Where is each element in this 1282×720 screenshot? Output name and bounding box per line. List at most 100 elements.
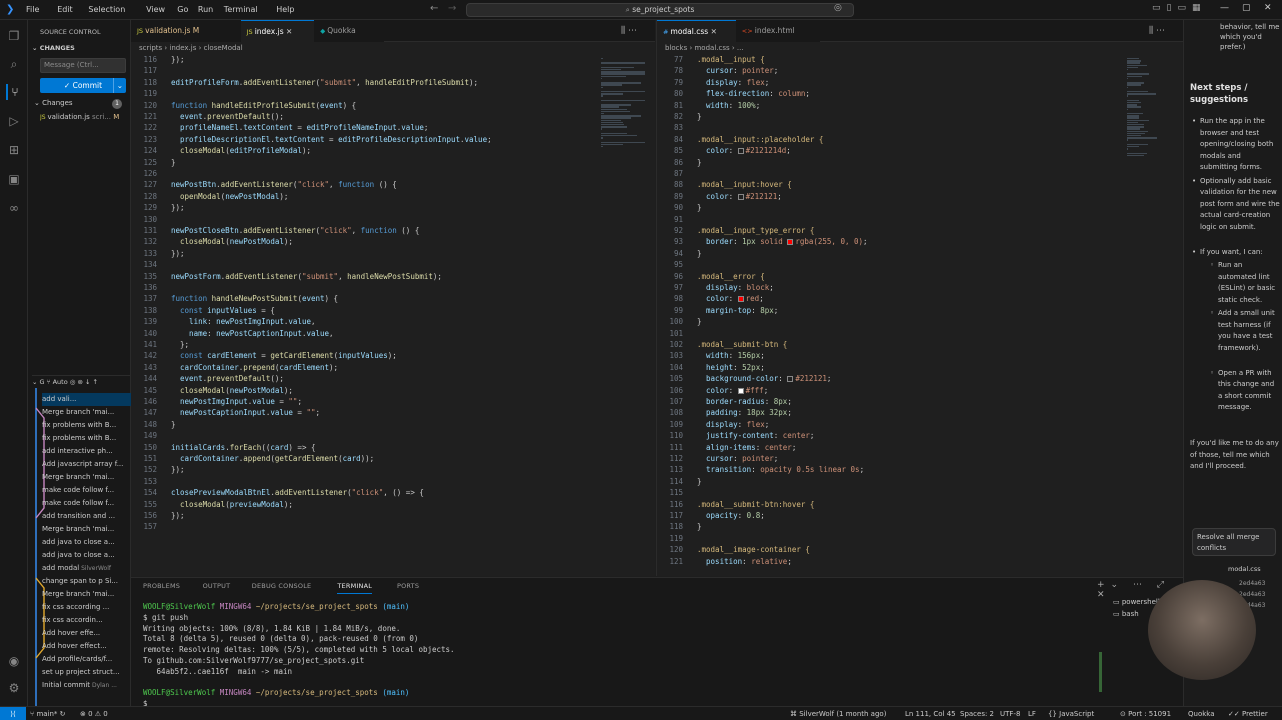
graph-commit-item[interactable]: fix problems with B... (42, 432, 145, 445)
panel-tab-debug-console[interactable]: DEBUG CONSOLE (252, 578, 312, 594)
run-debug-icon[interactable]: ▷ (6, 113, 22, 129)
menu-item-view[interactable]: View (146, 0, 165, 20)
graph-commit-item[interactable]: add modal SilverWolf (42, 562, 145, 575)
graph-commit-item[interactable]: add transition and ... (42, 510, 145, 523)
menu-item-file[interactable]: File (26, 0, 39, 20)
forward-arrow-icon[interactable]: → (448, 3, 456, 14)
graph-commit-item[interactable]: add vali... (42, 393, 145, 406)
panel-tab-problems[interactable]: PROBLEMS (143, 578, 180, 594)
graph-commit-item[interactable]: Merge branch 'mai... (42, 471, 145, 484)
breadcrumb-item[interactable]: modal.css (694, 44, 729, 52)
maximize-button[interactable]: ▢ (1242, 3, 1251, 13)
blame-indicator[interactable]: ⌘ SilverWolf (1 month ago) (790, 707, 886, 720)
commit-message-input[interactable]: Message (Ctrl... (40, 58, 126, 73)
graph-commit-item[interactable]: add java to close a... (42, 536, 145, 549)
remote-explorer-icon[interactable]: ▣ (6, 171, 22, 187)
changed-file-item[interactable]: JS validation.js scri... M (40, 111, 143, 124)
minimap-line (601, 146, 604, 148)
settings-gear-icon[interactable]: ⚙ (6, 680, 22, 696)
graph-commit-item[interactable]: fix css accordin... (42, 614, 145, 627)
menu-item-go[interactable]: Go (177, 0, 188, 20)
graph-commit-item[interactable]: Add hover effect... (42, 640, 145, 653)
prettier-status[interactable]: ✓✓ Prettier (1228, 707, 1268, 720)
menu-item-help[interactable]: Help (276, 0, 294, 20)
editor-tab[interactable]: ◆ Quokka (314, 20, 385, 42)
extensions-icon[interactable]: ⊞ (6, 142, 22, 158)
graph-commit-item[interactable]: Add profile/cards/f... (42, 653, 145, 666)
split-editor-icon[interactable]: ⫼ ⋯ (1149, 26, 1165, 36)
problems-indicator[interactable]: ⊗ 0 ⚠ 0 (80, 707, 108, 720)
commit-button[interactable]: ✓ Commit ⌄ (40, 78, 126, 93)
panel-tab-ports[interactable]: PORTS (397, 578, 419, 594)
graph-commit-item[interactable]: Add javascript array f... (42, 458, 145, 471)
terminal-output[interactable]: WOOLF@SilverWolf MINGW64 ~/projects/se_p… (131, 602, 1091, 708)
bullet-text: Open a PR with this change and a short c… (1218, 368, 1275, 412)
code-token: cardContainer (171, 362, 239, 372)
line-number: 149 (143, 431, 157, 441)
menu-item-run[interactable]: Run (198, 0, 213, 20)
indentation[interactable]: Spaces: 2 (960, 707, 994, 720)
minimap-left[interactable] (599, 54, 647, 574)
minimize-button[interactable]: — (1220, 3, 1229, 13)
copilot-icon[interactable]: ◎ (834, 3, 842, 13)
graph-commit-item[interactable]: make code follow f... (42, 484, 145, 497)
terminal-list-item[interactable]: ▭ powershell (1113, 598, 1160, 606)
file-reference[interactable]: modal.css (1228, 565, 1261, 573)
breadcrumb-item[interactable]: blocks (665, 44, 687, 52)
split-editor-icon[interactable]: ⫼ ⋯ (621, 26, 637, 36)
graph-commit-item[interactable]: Initial commit Dylan ... (42, 679, 145, 692)
commit-dropdown-icon[interactable]: ⌄ (112, 78, 123, 93)
editor-tab[interactable]: JS index.js ✕ (240, 20, 315, 42)
editor-tab[interactable]: <> index.html (735, 20, 820, 42)
tab-close-icon[interactable]: ✕ (708, 27, 717, 36)
line-number: 155 (143, 499, 157, 509)
command-center-search[interactable]: ⌕ se_project_spots (466, 3, 854, 17)
graph-commit-item[interactable]: Add hover effe... (42, 627, 145, 640)
panel-tab-terminal[interactable]: TERMINAL (337, 578, 373, 594)
graph-commit-item[interactable]: Merge branch 'mai... (42, 588, 145, 601)
layout-toggle-icons[interactable]: ▭▯▭▦ (1152, 3, 1206, 13)
source-control-icon[interactable]: ⑂ (6, 84, 22, 100)
suggestion-chip[interactable]: Resolve all merge conflicts (1192, 528, 1276, 556)
code-line: cursor: pointer; (697, 453, 778, 464)
quokka-status[interactable]: Quokka (1188, 707, 1215, 720)
close-button[interactable]: ✕ (1264, 3, 1272, 13)
breadcrumb-item[interactable]: closeModal (204, 44, 243, 52)
breadcrumb-item[interactable]: index.js (169, 44, 196, 52)
editor-tab[interactable]: # modal.css ✕ (657, 20, 736, 42)
branch-indicator[interactable]: ⑂ main* ↻ (30, 707, 66, 720)
live-server-port[interactable]: ⊙ Port : 51091 (1120, 707, 1171, 720)
terminal-list-item[interactable]: ▭ bash (1113, 610, 1139, 618)
line-ending[interactable]: LF (1028, 707, 1036, 720)
graph-commit-item[interactable]: Merge branch 'mai... (42, 523, 145, 536)
encoding[interactable]: UTF-8 (1000, 707, 1020, 720)
graph-commit-item[interactable]: set up project struct... (42, 666, 145, 679)
menu-item-edit[interactable]: Edit (57, 0, 73, 20)
explorer-icon[interactable]: ❐ (6, 28, 22, 44)
graph-commit-item[interactable]: fix problems with B... (42, 419, 145, 432)
terminal-scrollbar[interactable] (1099, 652, 1102, 692)
breadcrumb-item[interactable]: scripts (139, 44, 162, 52)
editor-tab[interactable]: JS validation.js M (131, 20, 241, 42)
breadcrumb-item[interactable]: ... (737, 44, 744, 52)
panel-tab-output[interactable]: OUTPUT (203, 578, 231, 594)
cursor-position[interactable]: Ln 111, Col 45 (905, 707, 956, 720)
graph-commit-item[interactable]: Merge branch 'mai... (42, 406, 145, 419)
graph-commit-item[interactable]: add interactive ph... (42, 445, 145, 458)
copilot-chat-icon[interactable]: ∞ (6, 200, 22, 216)
search-activity-icon[interactable]: ⌕ (6, 56, 22, 72)
tab-close-icon[interactable]: ✕ (284, 27, 292, 36)
code-line: closeModal(newPostModal); (171, 236, 293, 247)
minimap-right[interactable] (1125, 54, 1173, 574)
back-arrow-icon[interactable]: ← (430, 3, 438, 14)
language-mode[interactable]: {} JavaScript (1048, 707, 1094, 720)
changes-section-header[interactable]: ⌄ CHANGES (32, 42, 135, 55)
graph-commit-item[interactable]: make code follow f... (42, 497, 145, 510)
graph-commit-item[interactable]: add java to close a... (42, 549, 145, 562)
graph-commit-item[interactable]: change span to p Si... (42, 575, 145, 588)
menu-item-terminal[interactable]: Terminal (224, 0, 258, 20)
graph-commit-item[interactable]: fix css according ... (42, 601, 145, 614)
remote-indicator[interactable]: ⟩⟨ (0, 707, 26, 720)
menu-item-selection[interactable]: Selection (88, 0, 125, 20)
account-icon[interactable]: ◉ (6, 653, 22, 669)
